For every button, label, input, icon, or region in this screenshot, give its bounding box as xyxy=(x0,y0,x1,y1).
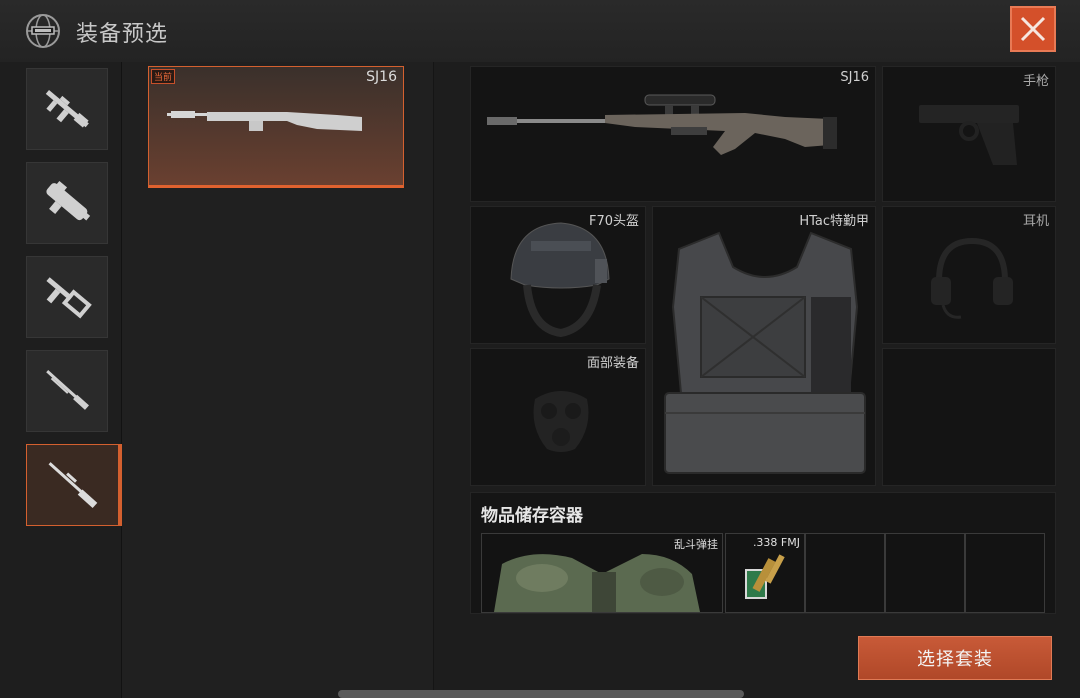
headset-slot[interactable]: 耳机 xyxy=(882,206,1056,344)
storage-title: 物品储存容器 xyxy=(481,506,583,526)
top-bar: 装备预选 xyxy=(0,0,1080,62)
rifle-icon xyxy=(167,111,362,131)
sniper-rifle-image xyxy=(487,94,837,155)
face-gear-slot[interactable]: 面部装备 xyxy=(470,348,646,486)
smg-icon xyxy=(46,180,91,221)
pistol-label: 手枪 xyxy=(1022,74,1049,89)
loadout-list: 当前 SJ16 xyxy=(122,62,434,698)
select-loadout-button[interactable]: 选择套装 xyxy=(858,636,1052,680)
headset-label: 耳机 xyxy=(1022,214,1049,229)
pistol-icon xyxy=(919,105,1019,165)
helmet-icon xyxy=(510,222,610,337)
weapon-tab-assault-rifle[interactable] xyxy=(26,68,108,150)
gas-mask-icon xyxy=(533,391,589,452)
weapon-tab-smg[interactable] xyxy=(26,162,108,244)
helmet-slot[interactable]: F70头盔 xyxy=(470,206,646,344)
globe-icon xyxy=(26,14,60,48)
ammo-box-icon xyxy=(745,554,785,599)
weapon-tab-vector[interactable] xyxy=(26,256,108,338)
empty-equipment-slot[interactable] xyxy=(882,348,1056,486)
primary-weapon-label: SJ16 xyxy=(840,70,869,85)
chest-rig-cell[interactable]: 乱斗弹挂 xyxy=(481,533,723,613)
loadout-name: SJ16 xyxy=(366,69,397,85)
loadout-card-sj16[interactable]: 当前 SJ16 xyxy=(148,66,404,188)
storage-cell-empty-1[interactable] xyxy=(805,533,885,613)
current-badge: 当前 xyxy=(151,69,176,84)
body-armor-icon xyxy=(664,231,866,474)
chest-rig-icon xyxy=(494,554,700,612)
shotgun-icon xyxy=(46,370,89,410)
headset-icon xyxy=(931,237,1013,319)
storage-cell-empty-2[interactable] xyxy=(885,533,965,613)
ammo-cell[interactable]: .338 FMJ xyxy=(725,533,805,613)
sniper-rifle-icon xyxy=(48,462,97,509)
storage-container: 物品储存容器 乱斗弹挂 .338 FMJ xyxy=(470,492,1056,614)
weapon-category-list xyxy=(0,62,122,698)
pistol-slot[interactable]: 手枪 xyxy=(882,66,1056,202)
primary-weapon-slot[interactable]: SJ16 xyxy=(470,66,876,202)
assault-rifle-icon xyxy=(45,89,89,128)
page-title: 装备预选 xyxy=(76,22,169,47)
face-gear-label: 面部装备 xyxy=(586,356,639,371)
storage-cell-empty-3[interactable] xyxy=(965,533,1045,613)
weapon-tab-shotgun[interactable] xyxy=(26,350,108,432)
ammo-label: .338 FMJ xyxy=(752,536,800,549)
close-icon xyxy=(1020,16,1046,42)
scrollbar[interactable] xyxy=(338,690,744,698)
armor-slot[interactable]: HTac特勤甲 xyxy=(652,206,876,486)
weapon-tab-sniper[interactable] xyxy=(26,444,122,526)
close-button[interactable] xyxy=(1010,6,1056,52)
vector-smg-icon xyxy=(46,277,92,319)
